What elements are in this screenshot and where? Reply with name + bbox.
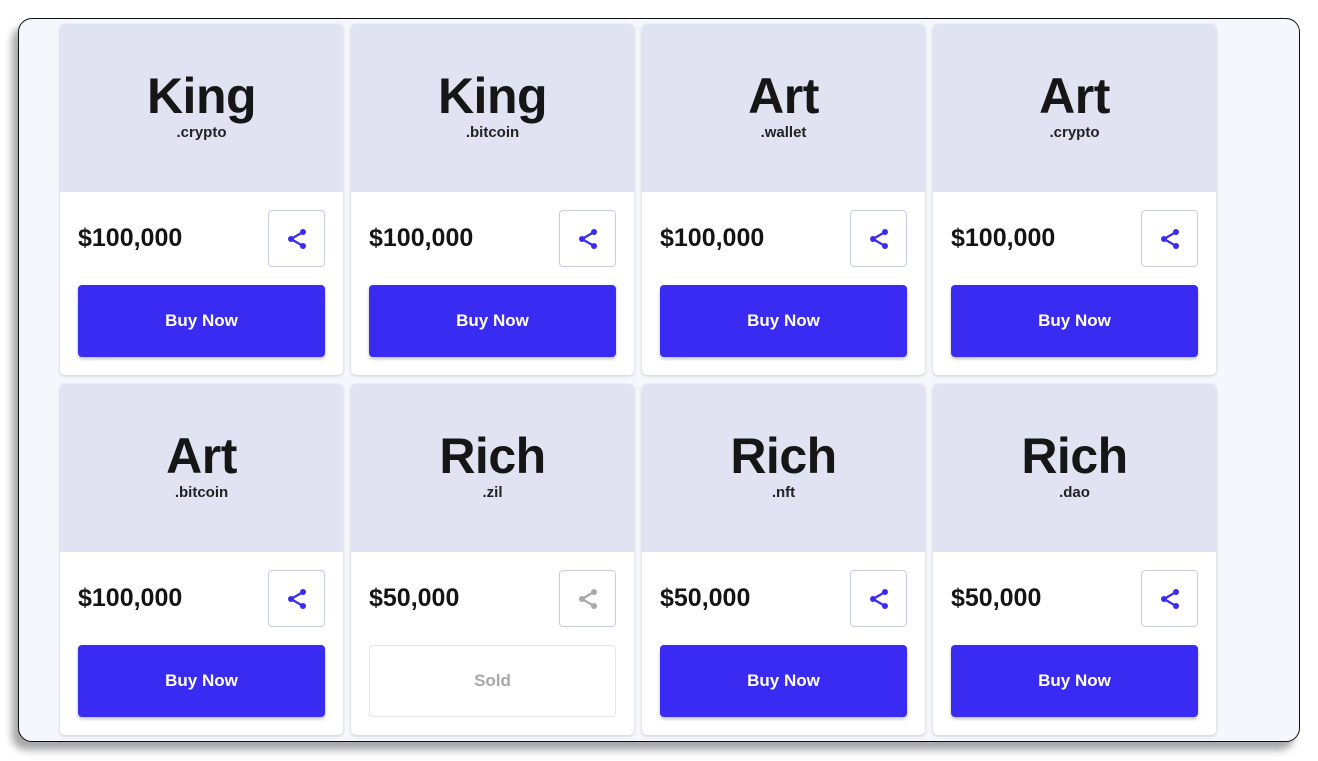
price: $100,000 xyxy=(660,224,765,252)
card-header: Art .wallet xyxy=(642,24,925,192)
share-button[interactable] xyxy=(1141,570,1198,627)
buy-now-button[interactable]: Buy Now xyxy=(78,645,325,717)
price: $50,000 xyxy=(369,584,460,612)
domain-card: Rich .nft $50,000 Buy Now xyxy=(642,384,925,735)
share-button[interactable] xyxy=(268,570,325,627)
domain-name: King xyxy=(146,68,257,124)
price: $50,000 xyxy=(951,584,1042,612)
share-button[interactable] xyxy=(559,210,616,267)
card-header: Art .bitcoin xyxy=(60,384,343,552)
domain-tld: .zil xyxy=(482,484,503,501)
domain-card: Rich .dao $50,000 Buy Now xyxy=(933,384,1216,735)
price: $50,000 xyxy=(660,584,751,612)
domain-card: Rich .zil $50,000 Sold xyxy=(351,384,634,735)
card-header: Rich .nft xyxy=(642,384,925,552)
share-icon xyxy=(869,228,888,249)
domain-card: Art .bitcoin $100,000 Buy Now xyxy=(60,384,343,735)
buy-now-button[interactable]: Buy Now xyxy=(660,285,907,357)
card-header: King .crypto xyxy=(60,24,343,192)
buy-now-button[interactable]: Buy Now xyxy=(78,285,325,357)
domain-card: Art .wallet $100,000 Buy Now xyxy=(642,24,925,375)
domain-name: King xyxy=(437,68,548,124)
domain-card: King .bitcoin $100,000 Buy Now xyxy=(351,24,634,375)
share-button[interactable] xyxy=(850,210,907,267)
price: $100,000 xyxy=(369,224,474,252)
share-icon xyxy=(287,588,306,609)
share-icon xyxy=(1160,228,1179,249)
domain-card: King .crypto $100,000 Buy Now xyxy=(60,24,343,375)
sold-button[interactable]: Sold xyxy=(369,645,616,717)
card-header: King .bitcoin xyxy=(351,24,634,192)
share-icon xyxy=(1160,588,1179,609)
browser-window: King .crypto $100,000 Buy Now King .bitc… xyxy=(18,18,1300,742)
domain-name: Art xyxy=(166,428,237,484)
domain-name: Art xyxy=(748,68,819,124)
card-header: Rich .zil xyxy=(351,384,634,552)
domain-tld: .crypto xyxy=(176,124,227,141)
card-header: Rich .dao xyxy=(933,384,1216,552)
price: $100,000 xyxy=(78,224,183,252)
buy-now-button[interactable]: Buy Now xyxy=(369,285,616,357)
price: $100,000 xyxy=(78,584,183,612)
share-button[interactable] xyxy=(850,570,907,627)
buy-now-button[interactable]: Buy Now xyxy=(951,285,1198,357)
share-button[interactable] xyxy=(559,570,616,627)
share-button[interactable] xyxy=(268,210,325,267)
buy-now-button[interactable]: Buy Now xyxy=(660,645,907,717)
share-icon xyxy=(287,228,306,249)
buy-now-button[interactable]: Buy Now xyxy=(951,645,1198,717)
price: $100,000 xyxy=(951,224,1056,252)
share-icon xyxy=(578,228,597,249)
share-icon xyxy=(578,588,597,609)
domain-tld: .dao xyxy=(1059,484,1090,501)
domain-tld: .bitcoin xyxy=(174,484,229,501)
share-icon xyxy=(869,588,888,609)
domain-tld: .crypto xyxy=(1049,124,1100,141)
domain-tld: .nft xyxy=(771,484,796,501)
domain-tld: .bitcoin xyxy=(465,124,520,141)
domain-card: Art .crypto $100,000 Buy Now xyxy=(933,24,1216,375)
domain-name: Rich xyxy=(730,428,837,484)
card-header: Art .crypto xyxy=(933,24,1216,192)
domain-tld: .wallet xyxy=(760,124,807,141)
domain-name: Art xyxy=(1039,68,1110,124)
domain-name: Rich xyxy=(1021,428,1128,484)
domain-grid: King .crypto $100,000 Buy Now King .bitc… xyxy=(60,24,1216,735)
domain-name: Rich xyxy=(439,428,546,484)
share-button[interactable] xyxy=(1141,210,1198,267)
